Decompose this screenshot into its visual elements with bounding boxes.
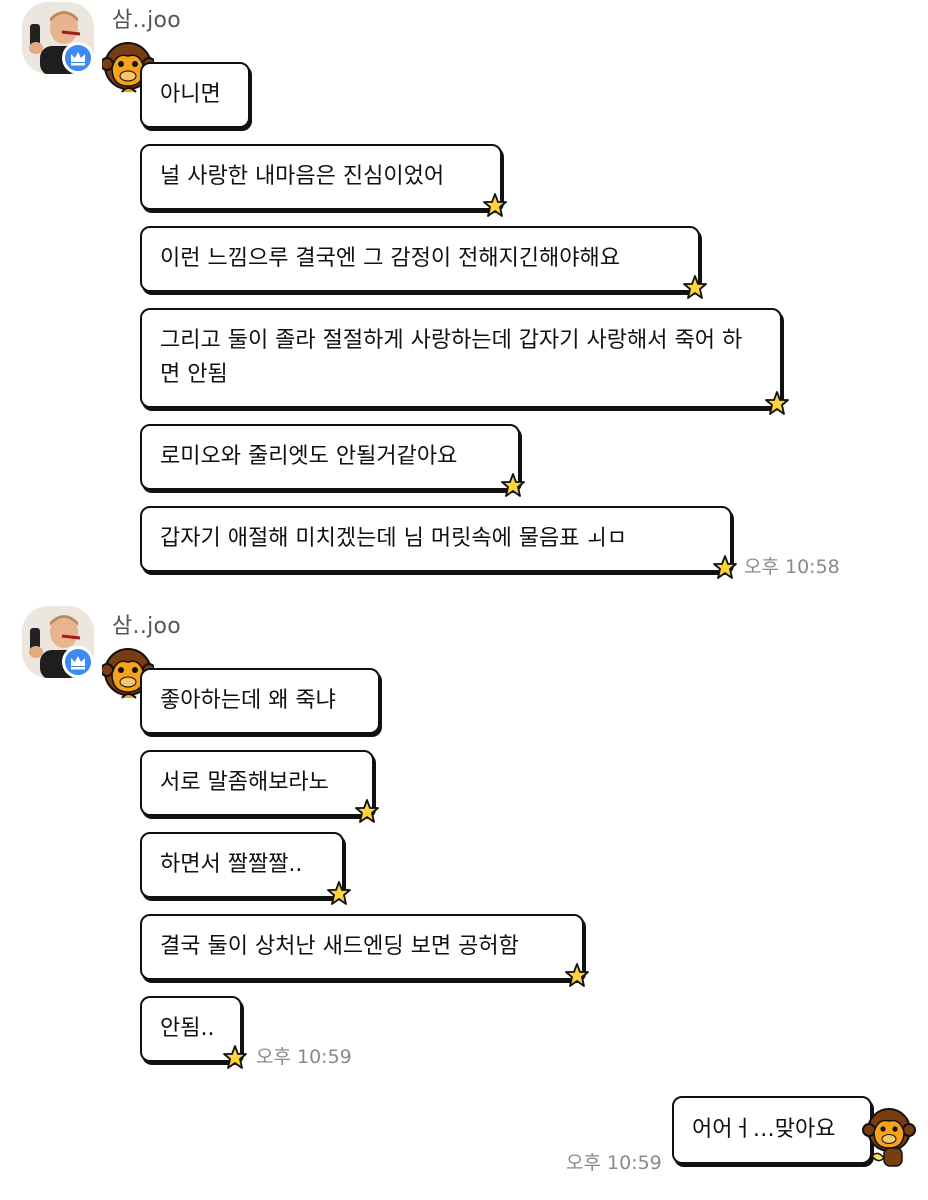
message-bubble[interactable]: 아니면 bbox=[140, 62, 250, 128]
star-icon bbox=[712, 554, 738, 580]
message-text: 서로 말좀해보라노 bbox=[160, 770, 329, 795]
star-icon bbox=[564, 962, 590, 988]
message-text: 아니면 bbox=[160, 82, 221, 107]
sender-name: 삼..joo bbox=[112, 614, 182, 639]
message-bubble[interactable]: 널 사랑한 내마음은 진심이었어 bbox=[140, 144, 502, 210]
timestamp: 오후 10:59 bbox=[256, 1046, 352, 1068]
monkey-icon bbox=[862, 1106, 916, 1168]
crown-badge bbox=[62, 646, 94, 678]
message-text: 로미오와 줄리엣도 안될거같아요 bbox=[160, 444, 458, 469]
message-bubble[interactable]: 결국 둘이 상처난 새드엔딩 보면 공허함 bbox=[140, 914, 584, 980]
star-icon bbox=[326, 880, 352, 906]
crown-icon bbox=[71, 52, 85, 66]
message-text: 결국 둘이 상처난 새드엔딩 보면 공허함 bbox=[160, 934, 519, 959]
timestamp: 오후 10:58 bbox=[744, 556, 840, 578]
message-bubble[interactable]: 하면서 짤짤짤.. bbox=[140, 832, 344, 898]
sender-name: 삼..joo bbox=[112, 8, 182, 33]
star-icon bbox=[500, 472, 526, 498]
message-text: 이런 느낌으루 결국엔 그 감정이 전해지긴해야해요 bbox=[160, 246, 621, 271]
timestamp: 오후 10:59 bbox=[566, 1152, 662, 1174]
crown-icon bbox=[71, 656, 85, 670]
crown-badge bbox=[62, 42, 94, 74]
message-text: 그리고 둘이 졸라 절절하게 사랑하는데 갑자기 사랑해서 죽어 하면 안됨 bbox=[160, 328, 743, 387]
message-bubble[interactable]: 서로 말좀해보라노 bbox=[140, 750, 374, 816]
my-message-bubble[interactable]: 어어ㅓ…맞아요 bbox=[672, 1096, 872, 1164]
star-icon bbox=[222, 1044, 248, 1070]
star-icon bbox=[354, 798, 380, 824]
message-text: 갑자기 애절해 미치겠는데 님 머릿속에 물음표 ㅚㅁ bbox=[160, 526, 628, 551]
message-text: 하면서 짤짤짤.. bbox=[160, 852, 303, 877]
message-bubble[interactable]: 갑자기 애절해 미치겠는데 님 머릿속에 물음표 ㅚㅁ bbox=[140, 506, 732, 572]
message-text: 안됨.. bbox=[160, 1016, 215, 1041]
message-text: 어어ㅓ…맞아요 bbox=[692, 1117, 836, 1142]
message-bubble[interactable]: 로미오와 줄리엣도 안될거같아요 bbox=[140, 424, 520, 490]
message-bubble[interactable]: 이런 느낌으루 결국엔 그 감정이 전해지긴해야해요 bbox=[140, 226, 700, 292]
star-icon bbox=[764, 390, 790, 416]
star-icon bbox=[682, 274, 708, 300]
message-bubble[interactable]: 그리고 둘이 졸라 절절하게 사랑하는데 갑자기 사랑해서 죽어 하면 안됨 bbox=[140, 308, 782, 408]
message-bubble[interactable]: 좋아하는데 왜 죽냐 bbox=[140, 668, 380, 734]
star-icon bbox=[482, 192, 508, 218]
message-text: 좋아하는데 왜 죽냐 bbox=[160, 688, 336, 713]
message-text: 널 사랑한 내마음은 진심이었어 bbox=[160, 164, 445, 189]
